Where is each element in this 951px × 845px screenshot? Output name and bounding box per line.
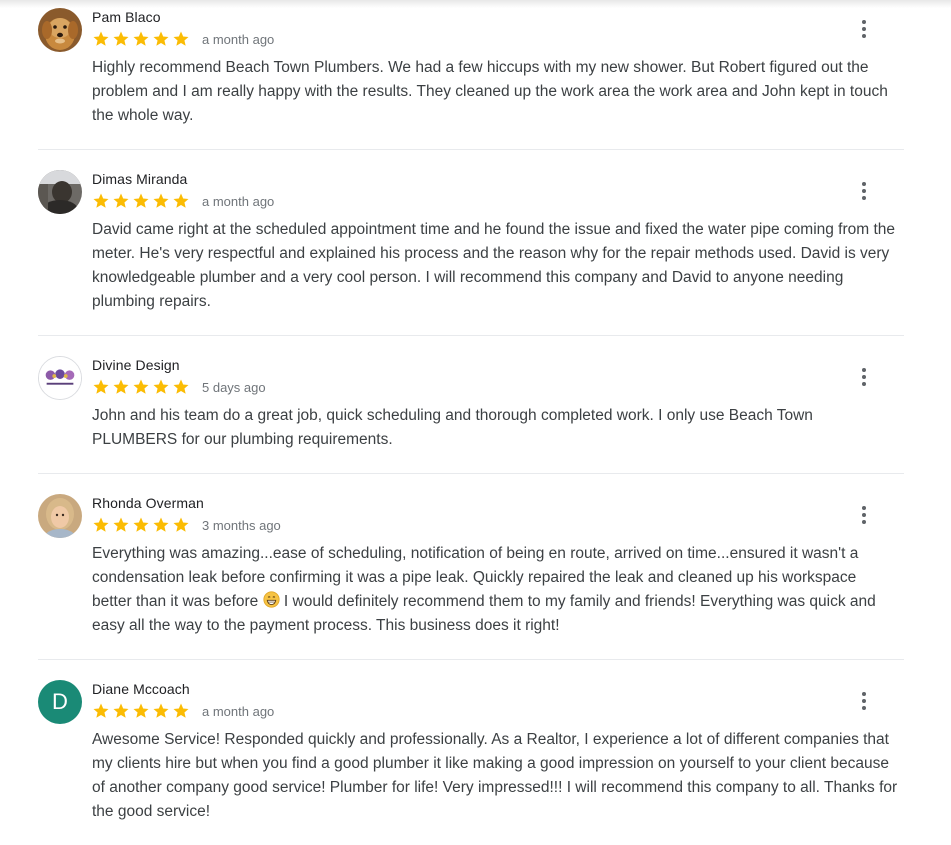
reviews-list: Pam Blaco a month ago Highly recommend B… xyxy=(38,0,904,845)
star-icon xyxy=(113,31,129,46)
star-icon xyxy=(153,703,169,718)
more-vert-icon xyxy=(862,20,866,38)
avatar[interactable] xyxy=(38,494,82,538)
star-icon xyxy=(133,703,149,718)
star-icon xyxy=(113,379,129,394)
star-rating xyxy=(92,702,190,720)
review-item: D Diane Mccoach a month ago Awesome Serv… xyxy=(38,660,904,845)
dog-photo-icon xyxy=(38,8,82,52)
review-text: John and his team do a great job, quick … xyxy=(92,407,813,448)
star-icon xyxy=(173,379,189,394)
review-date: a month ago xyxy=(202,32,275,47)
star-icon xyxy=(93,517,109,532)
reviewer-name[interactable]: Divine Design xyxy=(92,357,180,373)
star-icon xyxy=(113,517,129,532)
reviewer-name[interactable]: Rhonda Overman xyxy=(92,495,204,511)
star-rating xyxy=(92,378,190,396)
reviewer-name[interactable]: Dimas Miranda xyxy=(92,171,187,187)
star-icon xyxy=(93,703,109,718)
more-vert-icon xyxy=(862,182,866,200)
star-icon xyxy=(93,31,109,46)
reviewer-name[interactable]: Pam Blaco xyxy=(92,9,161,25)
review-date: a month ago xyxy=(202,704,275,719)
star-icon xyxy=(153,517,169,532)
star-icon xyxy=(133,379,149,394)
star-icon xyxy=(133,517,149,532)
review-item: Divine Design 5 days ago John and his te… xyxy=(38,336,904,474)
star-icon xyxy=(173,703,189,718)
star-rating xyxy=(92,192,190,210)
avatar[interactable]: D xyxy=(38,680,82,724)
star-icon xyxy=(113,703,129,718)
more-options-button[interactable] xyxy=(852,689,876,713)
star-icon xyxy=(93,379,109,394)
avatar[interactable] xyxy=(38,356,82,400)
review-text: Awesome Service! Responded quickly and p… xyxy=(92,731,898,820)
more-options-button[interactable] xyxy=(852,179,876,203)
star-icon xyxy=(153,193,169,208)
star-icon xyxy=(133,31,149,46)
review-date: a month ago xyxy=(202,194,275,209)
logo-image-icon xyxy=(39,357,81,399)
avatar[interactable] xyxy=(38,170,82,214)
avatar[interactable] xyxy=(38,8,82,52)
star-rating xyxy=(92,30,190,48)
more-vert-icon xyxy=(862,506,866,524)
star-icon xyxy=(173,517,189,532)
more-options-button[interactable] xyxy=(852,365,876,389)
person-photo-icon xyxy=(38,494,82,538)
person-photo-icon xyxy=(38,170,82,214)
star-icon xyxy=(173,31,189,46)
review-text: Highly recommend Beach Town Plumbers. We… xyxy=(92,59,888,124)
more-options-button[interactable] xyxy=(852,17,876,41)
review-item: Dimas Miranda a month ago David came rig… xyxy=(38,150,904,336)
more-vert-icon xyxy=(862,368,866,386)
star-icon xyxy=(173,193,189,208)
review-text: Everything was amazing...ease of schedul… xyxy=(92,542,898,638)
reviewer-name[interactable]: Diane Mccoach xyxy=(92,681,190,697)
review-date: 5 days ago xyxy=(202,380,266,395)
star-icon xyxy=(133,193,149,208)
star-icon xyxy=(93,193,109,208)
more-vert-icon xyxy=(862,692,866,710)
review-text: David came right at the scheduled appoin… xyxy=(92,221,896,310)
star-rating xyxy=(92,516,190,534)
review-item: Pam Blaco a month ago Highly recommend B… xyxy=(38,0,904,150)
grinning-face-emoji-icon xyxy=(263,591,280,608)
avatar-letter: D xyxy=(52,689,68,714)
more-options-button[interactable] xyxy=(852,503,876,527)
star-icon xyxy=(113,193,129,208)
star-icon xyxy=(153,31,169,46)
review-item: Rhonda Overman 3 months ago Everything w… xyxy=(38,474,904,660)
review-date: 3 months ago xyxy=(202,518,281,533)
star-icon xyxy=(153,379,169,394)
